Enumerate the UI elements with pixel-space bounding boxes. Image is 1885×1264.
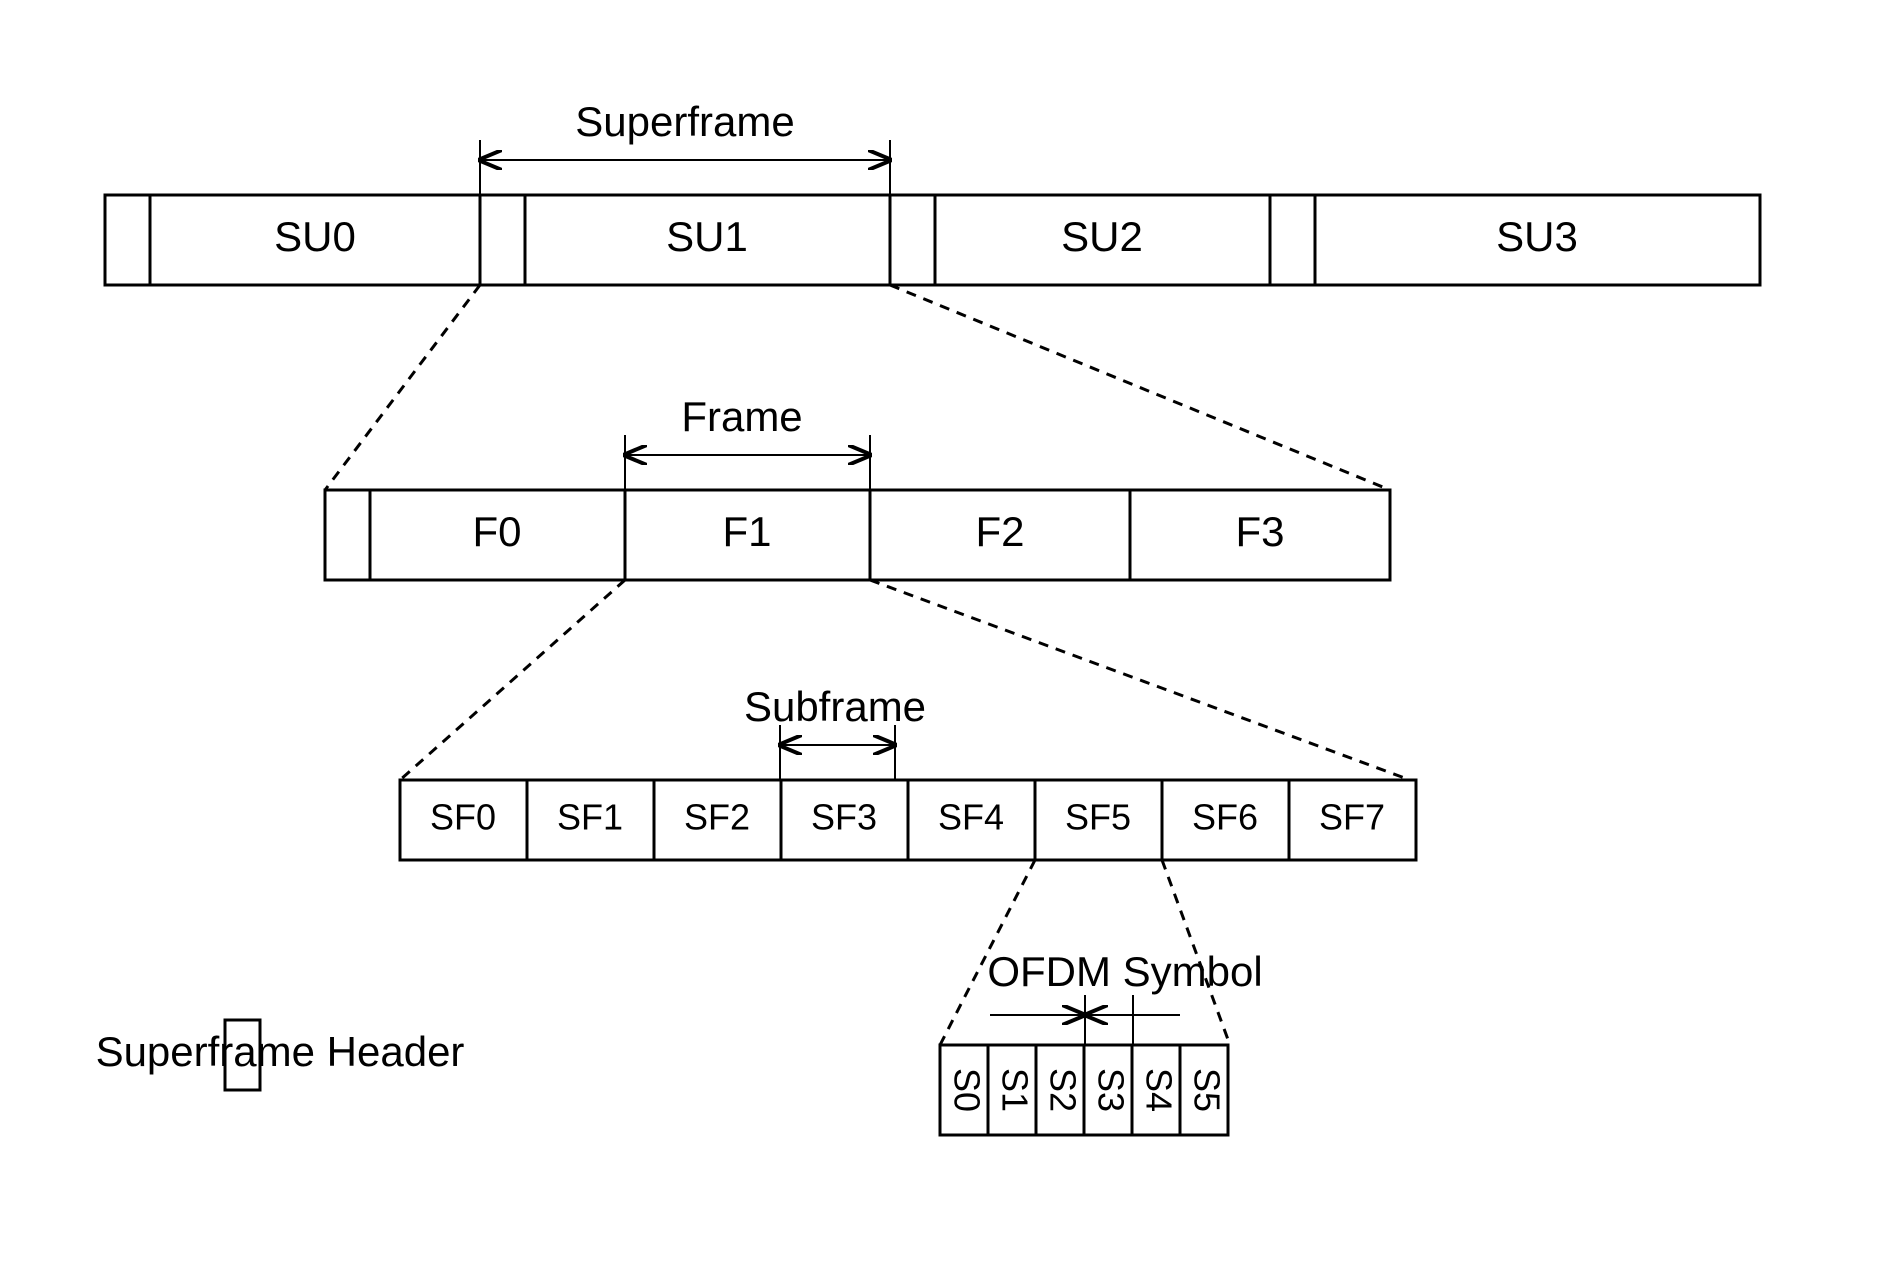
subframe-row: SF0 SF1 SF2 SF3 SF4 SF5 SF6 SF7	[400, 780, 1416, 860]
symbol-row: S0 S1 S2 S3 S4 S5	[940, 1045, 1228, 1135]
sf-header-2	[890, 195, 935, 285]
frame-header	[325, 490, 370, 580]
sf0: SF0	[430, 797, 496, 838]
legend: Superframe Header	[96, 1020, 465, 1090]
sf-header-3	[1270, 195, 1315, 285]
f3: F3	[1235, 508, 1284, 555]
f1: F1	[722, 508, 771, 555]
s3: S3	[1090, 1068, 1131, 1112]
frame-row: F0 F1 F2 F3	[325, 490, 1390, 580]
sf6: SF6	[1192, 797, 1258, 838]
frame-hierarchy-diagram: Superframe SU0 SU1 SU2 SU3 Frame F0 F1 F…	[0, 0, 1885, 1264]
frame-label: Frame	[681, 393, 802, 440]
superframe-row: SU0 SU1 SU2 SU3	[105, 195, 1760, 285]
su3: SU3	[1496, 213, 1578, 260]
subframe-label: Subframe	[744, 683, 926, 730]
sf-header-0	[105, 195, 150, 285]
f2: F2	[975, 508, 1024, 555]
su1: SU1	[666, 213, 748, 260]
su2: SU2	[1061, 213, 1143, 260]
sf4: SF4	[938, 797, 1004, 838]
f0: F0	[472, 508, 521, 555]
sf-header-1	[480, 195, 525, 285]
s0: S0	[946, 1068, 987, 1112]
legend-label: Superframe Header	[96, 1028, 465, 1075]
s5: S5	[1186, 1068, 1227, 1112]
sf2: SF2	[684, 797, 750, 838]
superframe-label: Superframe	[575, 98, 794, 145]
ofdm-label: OFDM Symbol	[987, 948, 1262, 995]
s1: S1	[994, 1068, 1035, 1112]
sf1: SF1	[557, 797, 623, 838]
sf7: SF7	[1319, 797, 1385, 838]
s4: S4	[1138, 1068, 1179, 1112]
s2: S2	[1042, 1068, 1083, 1112]
sf3: SF3	[811, 797, 877, 838]
su0: SU0	[274, 213, 356, 260]
sf5: SF5	[1065, 797, 1131, 838]
